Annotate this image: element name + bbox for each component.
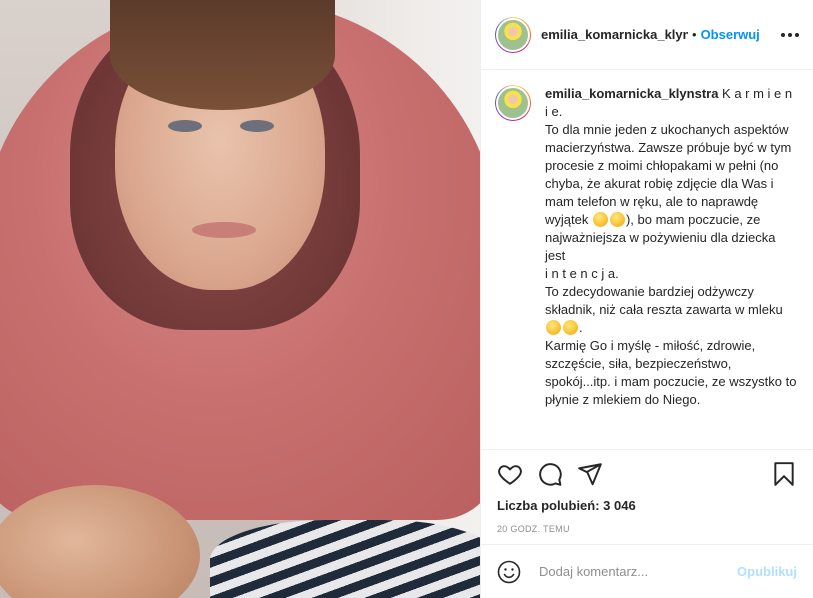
photo-striped-clothes <box>210 520 480 598</box>
actions-area: Liczba polubień: 3 046 20 GODZ. TEMU <box>481 449 813 544</box>
smiling-face-emoji <box>546 320 561 335</box>
likes-count[interactable]: Liczba polubień: 3 046 <box>497 498 797 513</box>
caption-part: . Karmię Go i myślę - miłość, zdrowie, s… <box>545 320 797 407</box>
zany-face-emoji <box>592 212 608 227</box>
caption: emilia_komarnicka_klynstra K a r m i e n… <box>495 85 797 409</box>
avatar[interactable] <box>496 86 530 120</box>
caption-part: ), bo mam poczucie, ze najważniejsza w p… <box>545 212 783 317</box>
header-username[interactable]: emilia_komarnicka_klynstra <box>541 27 688 42</box>
heart-icon[interactable] <box>497 461 523 487</box>
instagram-post: emilia_komarnicka_klynstra • Obserwuj em… <box>0 0 813 598</box>
profile-avatar-ring[interactable] <box>495 16 531 53</box>
add-comment-bar: Opublikuj <box>481 544 813 598</box>
caption-avatar-ring[interactable] <box>495 85 531 121</box>
more-dot <box>788 32 792 37</box>
photo-lips <box>192 222 256 238</box>
smiling-face-emoji <box>563 320 578 335</box>
more-dot <box>795 32 799 37</box>
caption-username[interactable]: emilia_komarnicka_klynstra <box>545 86 718 101</box>
separator-dot: • <box>692 27 697 42</box>
photo-hair <box>110 0 335 110</box>
more-horizontal-icon[interactable] <box>781 32 799 37</box>
comments-section[interactable]: emilia_komarnicka_klynstra K a r m i e n… <box>481 71 813 449</box>
photo-eye <box>168 120 202 132</box>
action-icons <box>497 450 797 498</box>
avatar[interactable] <box>496 17 530 52</box>
follow-button[interactable]: Obserwuj <box>701 27 760 42</box>
comment-icon[interactable] <box>537 461 563 487</box>
share-icon[interactable] <box>577 461 603 487</box>
post-side-panel: emilia_komarnicka_klynstra • Obserwuj em… <box>480 0 813 598</box>
bookmark-icon[interactable] <box>771 461 797 487</box>
caption-text: emilia_komarnicka_klynstra K a r m i e n… <box>545 85 797 409</box>
zany-face-emoji <box>609 212 625 227</box>
post-photo[interactable] <box>0 0 480 598</box>
post-timestamp[interactable]: 20 GODZ. TEMU <box>497 524 797 534</box>
smiley-icon[interactable] <box>497 560 521 584</box>
caption-part: K a r m i e n i e. To dla mnie jeden z u… <box>545 86 793 227</box>
photo-eye <box>240 120 274 132</box>
comment-input[interactable] <box>537 563 738 580</box>
post-header: emilia_komarnicka_klynstra • Obserwuj <box>481 0 813 70</box>
more-dot <box>781 32 785 37</box>
publish-button[interactable]: Opublikuj <box>737 564 797 579</box>
